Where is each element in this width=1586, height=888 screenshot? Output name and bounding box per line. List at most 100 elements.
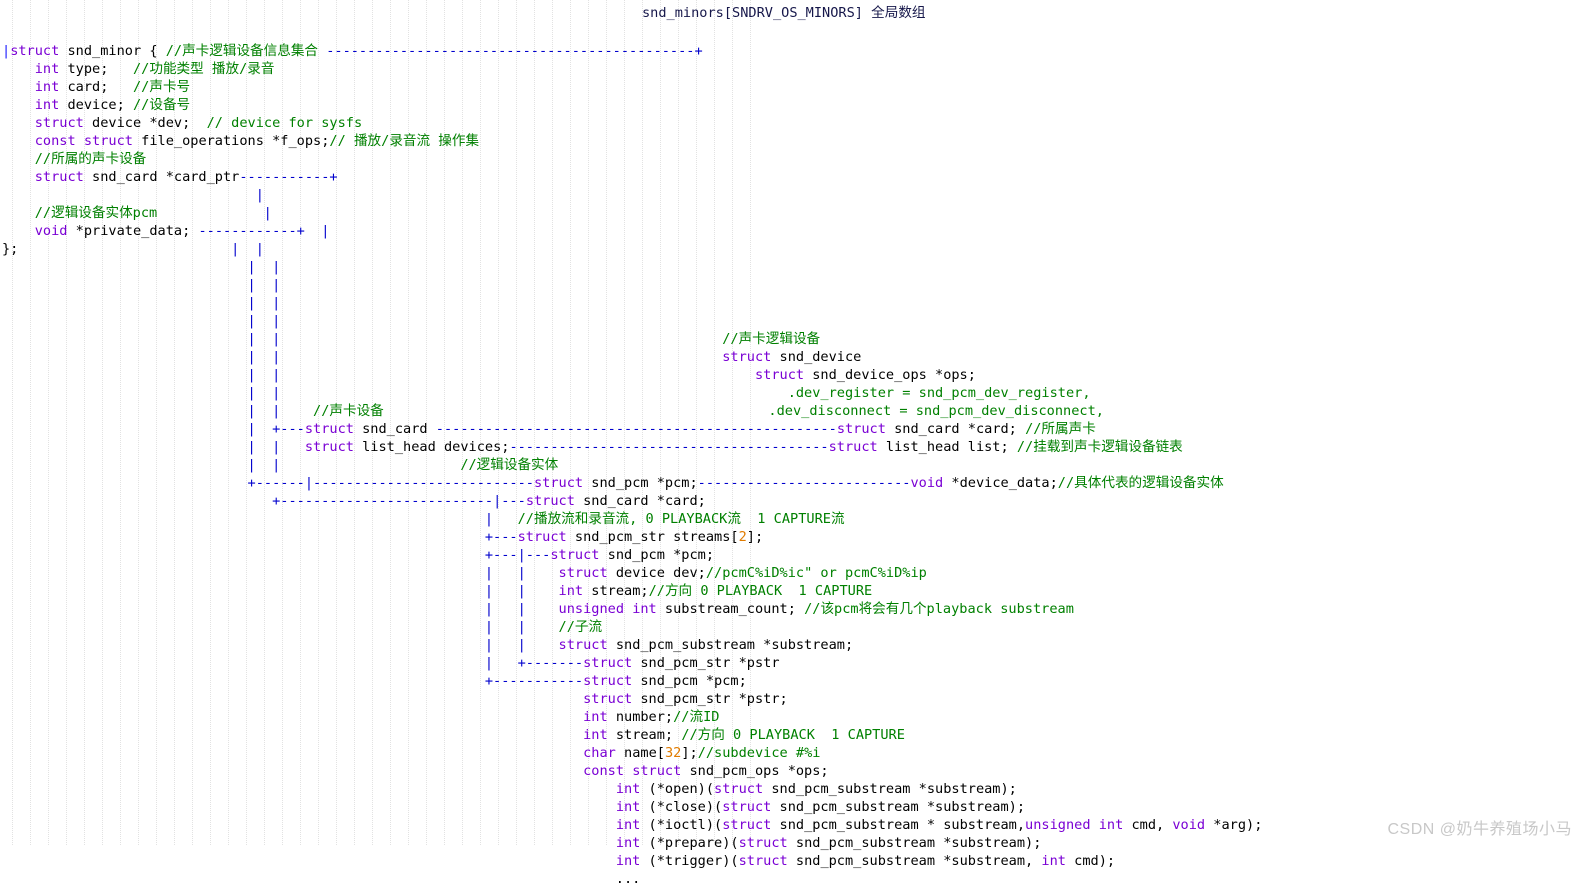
code-token-cm: //挂载到声卡逻辑设备链表 (1016, 439, 1183, 455)
code-token-id: snd_card *card; (574, 493, 706, 509)
code-token-box: ----------------------------------------… (435, 421, 837, 437)
code-token-kw: unsigned int (558, 601, 657, 617)
code-token-id: snd_pcm *pcm; (583, 475, 698, 491)
code-token-cm: //声卡逻辑设备 (722, 331, 821, 347)
code-token-id (2, 835, 616, 851)
code-token-id: snd_device_ops *ops; (804, 367, 976, 383)
code-token-box: | | (2, 619, 559, 635)
ascii-code-diagram: | struct snd_minor { //声卡逻辑设备信息集合 -------… (2, 42, 1262, 888)
code-token-id: (*close)( (640, 799, 723, 815)
code-token-kw: struct (304, 439, 354, 455)
code-token-kw: struct (34, 115, 84, 131)
code-token-id: (*ioctl)( (640, 817, 723, 833)
code-token-id: snd_card (353, 421, 436, 437)
code-line: | | //声卡逻辑设备 (2, 330, 1262, 348)
code-token-id (2, 691, 583, 707)
code-line: |struct snd_minor { //声卡逻辑设备信息集合 -------… (2, 42, 1262, 60)
code-token-kw: struct (34, 169, 84, 185)
code-line: int card; //声卡号 (2, 78, 1262, 96)
code-token-id (2, 151, 35, 167)
code-line: const struct snd_pcm_ops *ops; (2, 762, 1262, 780)
code-token-kw: struct (738, 853, 788, 869)
code-token-id: *private_data; (67, 223, 199, 239)
code-line: int (*close)(struct snd_pcm_substream *s… (2, 798, 1262, 816)
code-token-id: stream; (583, 583, 649, 599)
code-token-id (280, 367, 755, 383)
code-line: | | int stream;//方向 0 PLAYBACK 1 CAPTURE (2, 582, 1262, 600)
code-token-id (76, 133, 84, 149)
code-token-kw: int (34, 97, 60, 113)
code-token-id: }; (2, 241, 19, 257)
code-token-num: 32 (664, 745, 682, 761)
code-line: int (*ioctl)(struct snd_pcm_substream * … (2, 816, 1263, 834)
code-token-cm: //该pcm将会有几个playback substream (804, 601, 1074, 617)
code-token-box: | | (2, 385, 281, 401)
code-token-kw: struct (550, 547, 600, 563)
code-token-box: | | (2, 583, 559, 599)
code-token-num: 2 (738, 529, 747, 545)
code-token-id: card; (59, 79, 133, 95)
code-line: struct device *dev; // device for sysfs (2, 114, 1262, 132)
code-token-id (2, 817, 616, 833)
code-token-box: | | (2, 331, 281, 347)
code-token-cm: // 播放/录音流 操作集 (329, 133, 480, 149)
code-token-box: |--- (493, 493, 526, 509)
code-line: int (*prepare)(struct snd_pcm_substream … (2, 834, 1262, 852)
code-token-id (2, 97, 35, 113)
code-token-box: | (2, 187, 264, 203)
code-token-id: cmd, (1123, 817, 1173, 833)
code-token-id: (*prepare)( (640, 835, 739, 851)
code-token-kw: void (34, 223, 68, 239)
code-token-box: | | (2, 403, 281, 419)
code-token-box: | | (2, 565, 559, 581)
code-token-id (280, 385, 787, 401)
code-token-id: type; (59, 61, 133, 77)
code-token-kw: struct (722, 799, 772, 815)
code-token-id: snd_pcm_substream *substream; (607, 637, 854, 653)
code-token-cm: .dev_register = snd_pcm_dev_register, (787, 385, 1091, 401)
code-line: | | struct snd_device_ops *ops; (2, 366, 1262, 384)
code-token-box: | +--- (2, 421, 305, 437)
code-token-id (2, 205, 35, 221)
code-token-id: ... (2, 871, 641, 887)
code-line: | | //逻辑设备实体 (2, 456, 1262, 474)
code-token-cm: //子流 (558, 619, 603, 635)
code-token-cm: //声卡逻辑设备信息集合 (165, 43, 319, 59)
code-token-kw: struct (583, 655, 633, 671)
code-token-id: snd_pcm *pcm; (599, 547, 715, 563)
code-line: | | (2, 312, 1262, 330)
code-line: ... (2, 870, 1262, 888)
code-token-cur: | (2, 43, 11, 59)
code-line: const struct file_operations *f_ops;// 播… (2, 132, 1262, 150)
code-token-box: | | (2, 367, 281, 383)
code-token-id: ]; (681, 745, 698, 761)
code-token-id (2, 709, 583, 725)
code-token-id: device; (59, 97, 133, 113)
code-token-box: | (2, 511, 518, 527)
code-token-id: snd_card *card_ptr (83, 169, 240, 185)
code-line: //逻辑设备实体pcm | (2, 204, 1262, 222)
code-line: +---|---struct snd_pcm *pcm; (2, 546, 1262, 564)
code-token-id: snd_pcm_substream * substream, (771, 817, 1026, 833)
code-token-kw: struct (517, 529, 567, 545)
code-token-id (2, 169, 35, 185)
code-token-id: snd_pcm *pcm; (632, 673, 747, 689)
code-token-kw: struct (558, 565, 608, 581)
code-token-kw: struct (583, 673, 633, 689)
code-token-box: +-------------------------- (2, 493, 494, 509)
code-token-kw: struct (558, 637, 608, 653)
code-token-kw: struct (754, 367, 805, 383)
code-token-kw: struct (533, 475, 584, 491)
code-line: +--------------------------|---struct sn… (2, 492, 1262, 510)
code-token-kw: void (1172, 817, 1206, 833)
code-token-box: | (157, 205, 272, 221)
code-token-id (280, 331, 722, 347)
code-token-id: (*trigger)( (640, 853, 739, 869)
code-token-box: | | (18, 241, 264, 257)
code-token-id: cmd); (1065, 853, 1116, 869)
code-token-kw: int (1041, 853, 1066, 869)
code-token-kw: int (615, 817, 641, 833)
code-token-kw: struct (83, 133, 133, 149)
code-token-id (2, 853, 616, 869)
code-token-id: stream; (607, 727, 682, 743)
